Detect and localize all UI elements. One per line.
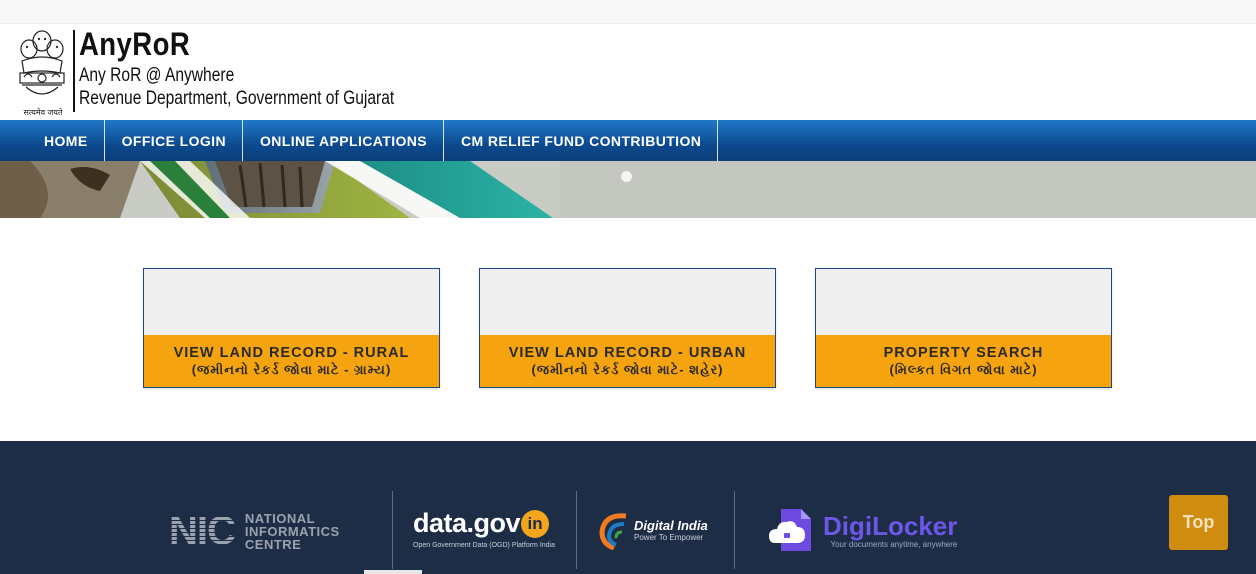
card-caption: VIEW LAND RECORD - URBAN (જમીનનો રેકર્ડ … xyxy=(480,335,775,387)
card-subtitle: (મિલ્કત વિગત જોવા માટે) xyxy=(889,362,1038,377)
site-header: सत्यमेव जयते AnyRoR Any RoR @ Anywhere R… xyxy=(0,24,1256,120)
site-title[interactable]: AnyRoR xyxy=(79,26,190,63)
national-emblem-icon xyxy=(14,27,70,119)
digilocker-title: DigiLocker xyxy=(823,510,958,541)
card-view-land-record-rural[interactable]: VIEW LAND RECORD - RURAL (જમીનનો રેકર્ડ … xyxy=(143,268,440,388)
emblem-caption: सत्यमेव जयते xyxy=(23,108,63,117)
digital-india-title: Digital India xyxy=(634,518,708,533)
nav-item-online-applications[interactable]: ONLINE APPLICATIONS xyxy=(243,120,445,161)
nic-logo-line3: CENTRE xyxy=(244,537,302,552)
nav-item-home[interactable]: HOME xyxy=(27,120,105,161)
card-title: VIEW LAND RECORD - RURAL xyxy=(173,345,410,361)
site-subtitle: Any RoR @ Anywhere xyxy=(79,65,235,86)
datagov-logo-text: data.gov xyxy=(413,508,521,538)
footer-divider xyxy=(576,491,577,569)
digilocker-cloud-icon xyxy=(769,509,811,551)
digital-india-logo[interactable]: Digital India Power To Empower xyxy=(596,510,708,550)
banner-artwork xyxy=(0,161,1256,218)
card-caption: VIEW LAND RECORD - RURAL (જમીનનો રેકર્ડ … xyxy=(144,335,439,387)
back-to-top-button[interactable]: Top xyxy=(1169,495,1228,550)
nav-item-office-login[interactable]: OFFICE LOGIN xyxy=(105,120,243,161)
digilocker-caption: Your documents anytime, anywhere xyxy=(830,539,958,549)
main-nav: HOME OFFICE LOGIN ONLINE APPLICATIONS CM… xyxy=(0,120,1256,161)
nav-item-cm-relief-fund[interactable]: CM RELIEF FUND CONTRIBUTION xyxy=(444,120,719,161)
datagov-badge-icon: in xyxy=(521,509,550,538)
digital-india-swirl-icon xyxy=(599,513,627,550)
card-caption: PROPERTY SEARCH (મિલ્કત વિગત જોવા માટે) xyxy=(816,335,1111,387)
carousel-indicator-dot[interactable] xyxy=(621,171,632,182)
card-view-land-record-urban[interactable]: VIEW LAND RECORD - URBAN (જમીનનો રેકર્ડ … xyxy=(479,268,776,388)
datagov-caption: Open Government Data (OGD) Platform Indi… xyxy=(413,542,555,549)
card-property-search[interactable]: PROPERTY SEARCH (મિલ્કત વિગત જોવા માટે) xyxy=(815,268,1112,388)
footer-divider xyxy=(392,491,393,569)
nic-logo[interactable]: NIC NATIONAL INFORMATICS CENTRE xyxy=(169,509,340,554)
card-subtitle: (જમીનનો રેકર્ડ જોવા માટે - ગ્રામ્ય) xyxy=(191,362,392,377)
footer-divider xyxy=(734,491,735,569)
digilocker-logo[interactable]: DigiLocker Your documents anytime, anywh… xyxy=(767,507,957,553)
card-subtitle: (જમીનનો રેકર્ડ જોવા માટે- શહેર) xyxy=(531,362,724,377)
nic-logo-mark: NIC xyxy=(169,509,236,553)
digital-india-caption: Power To Empower xyxy=(634,533,704,542)
horizontal-scrollbar[interactable] xyxy=(364,570,422,574)
hero-banner xyxy=(0,161,1256,218)
browser-top-strip xyxy=(0,0,1256,24)
site-footer: NIC NATIONAL INFORMATICS CENTRE data.gov… xyxy=(0,441,1256,574)
card-title: VIEW LAND RECORD - URBAN xyxy=(508,345,747,361)
card-title: PROPERTY SEARCH xyxy=(883,345,1044,361)
service-cards: VIEW LAND RECORD - RURAL (જમીનનો રેકર્ડ … xyxy=(0,268,1256,388)
datagov-logo[interactable]: data.gov in Open Government Data (OGD) P… xyxy=(413,508,555,549)
department-name: Revenue Department, Government of Gujara… xyxy=(79,88,395,109)
header-divider xyxy=(73,30,75,112)
